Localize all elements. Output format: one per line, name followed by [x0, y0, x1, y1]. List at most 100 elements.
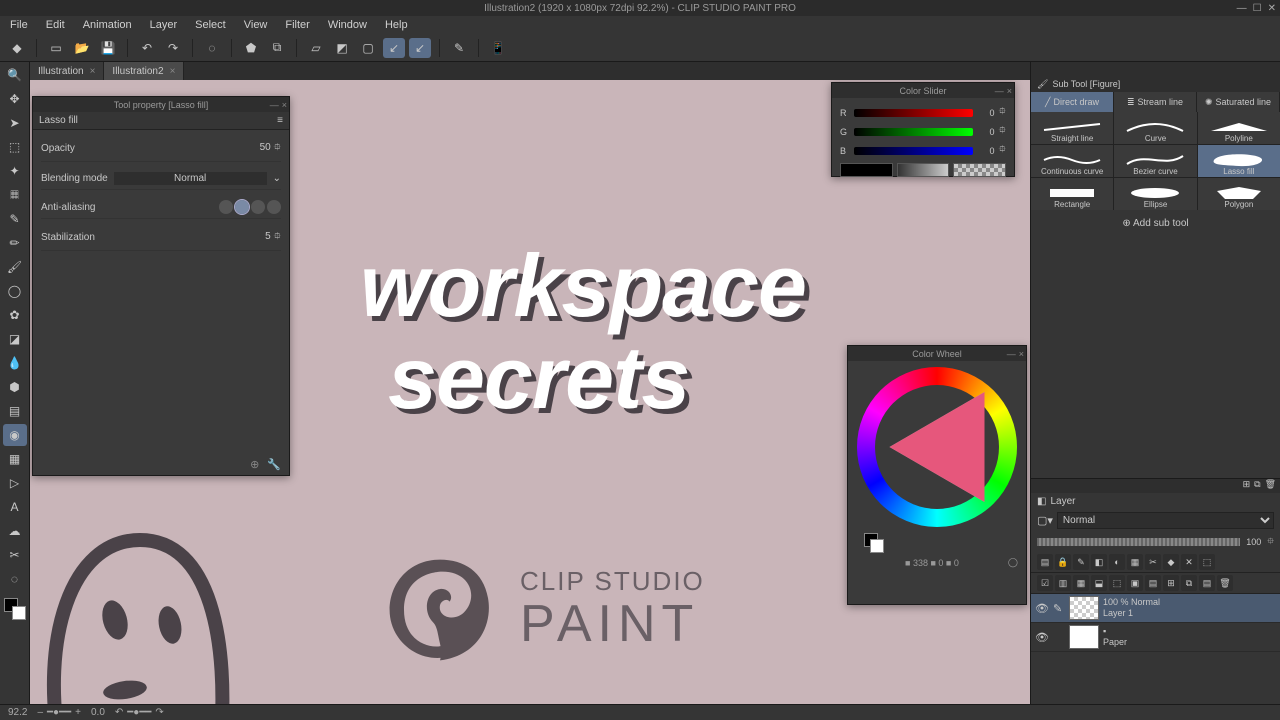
tool-wand[interactable]: ✦ — [3, 160, 27, 182]
save-icon[interactable]: 💾 — [97, 38, 119, 58]
color-wheel[interactable] — [857, 367, 1017, 527]
layer-name[interactable]: Layer 1 — [1103, 608, 1160, 619]
lbtn[interactable]: 🔒 — [1055, 554, 1071, 570]
lbtn[interactable]: ▤ — [1145, 575, 1161, 591]
st-straight[interactable]: Straight line — [1031, 112, 1113, 144]
trash-icon[interactable]: 🗑 — [1265, 479, 1276, 493]
panel-close-icon[interactable]: × — [1019, 349, 1024, 359]
subtool-tab-direct[interactable]: ╱Direct draw — [1031, 92, 1114, 112]
b-value[interactable]: 0 — [977, 146, 995, 156]
snap-ruler-icon[interactable]: ↙ — [383, 38, 405, 58]
canvas[interactable]: workspace secrets CLIP STUDIO PAINT — [30, 80, 1030, 720]
tool-balloon[interactable]: ☁ — [3, 520, 27, 542]
g-value[interactable]: 0 — [977, 127, 995, 137]
layer-thumb[interactable] — [1069, 596, 1099, 620]
tool-text[interactable]: A — [3, 496, 27, 518]
tool-dot[interactable]: ◌ — [3, 568, 27, 590]
menu-file[interactable]: File — [2, 17, 36, 33]
menu-select[interactable]: Select — [187, 17, 234, 33]
snap-special-icon[interactable]: ↙ — [409, 38, 431, 58]
zoom-value[interactable]: 92.2 — [8, 707, 27, 718]
menu-filter[interactable]: Filter — [277, 17, 317, 33]
wrench-icon[interactable]: 🔧 — [267, 458, 281, 471]
st-polyline[interactable]: Polyline — [1198, 112, 1280, 144]
menu-window[interactable]: Window — [320, 17, 375, 33]
lbtn[interactable]: ▣ — [1127, 575, 1143, 591]
zoom-out-icon[interactable]: – — [37, 707, 43, 718]
panel-close-icon[interactable]: × — [282, 100, 287, 110]
new-icon[interactable]: ▭ — [45, 38, 67, 58]
tool-pencil[interactable]: ✏ — [3, 232, 27, 254]
layer-blend-select[interactable]: Normal — [1057, 512, 1274, 529]
zoom-in-icon[interactable]: + — [75, 707, 81, 718]
lbtn[interactable]: ✕ — [1181, 554, 1197, 570]
layer-thumb[interactable] — [1069, 625, 1099, 649]
visibility-icon[interactable]: 👁 — [1035, 602, 1049, 615]
panel-minimize-icon[interactable]: — — [270, 100, 279, 110]
layer-opacity-value[interactable]: 100 — [1246, 537, 1261, 547]
layer-opacity-slider[interactable] — [1037, 538, 1240, 546]
menu-animation[interactable]: Animation — [75, 17, 140, 33]
layer-item-1[interactable]: 👁 ✎ 100 % Normal Layer 1 — [1031, 594, 1280, 623]
tool-eyedropper[interactable]: 𝄜 — [3, 184, 27, 206]
st-bezier[interactable]: Bezier curve — [1114, 145, 1196, 177]
shape3-icon[interactable]: ▢ — [357, 38, 379, 58]
lbtn[interactable]: ◆ — [1163, 554, 1179, 570]
color-swatch[interactable] — [4, 598, 26, 620]
lbtn[interactable]: ✎ — [1073, 554, 1089, 570]
lbtn[interactable]: ▤ — [1037, 554, 1053, 570]
tool-zoom[interactable]: 🔍 — [3, 64, 27, 86]
st-rectangle[interactable]: Rectangle — [1031, 178, 1113, 210]
panel-title[interactable]: Color Slider —× — [832, 83, 1014, 98]
register-icon[interactable]: ⊕ — [250, 458, 259, 471]
b-slider[interactable] — [854, 147, 973, 155]
pen-icon[interactable]: ✎ — [448, 38, 470, 58]
panel-title[interactable]: Color Wheel —× — [848, 346, 1026, 361]
tool-move[interactable]: ✥ — [3, 88, 27, 110]
menu-help[interactable]: Help — [377, 17, 416, 33]
menu-icon[interactable]: ≡ — [277, 115, 283, 126]
tab-close-icon[interactable]: × — [90, 66, 96, 77]
r-slider[interactable] — [854, 109, 973, 117]
crop-icon[interactable]: ⧉ — [266, 38, 288, 58]
tool-operation[interactable]: ➤ — [3, 112, 27, 134]
shape2-icon[interactable]: ◩ — [331, 38, 353, 58]
color-slider-panel[interactable]: Color Slider —× R0⯐ G0⯐ B0⯐ — [831, 82, 1015, 177]
st-cont-curve[interactable]: Continuous curve — [1031, 145, 1113, 177]
st-curve[interactable]: Curve — [1114, 112, 1196, 144]
g-slider[interactable] — [854, 128, 973, 136]
lbtn[interactable]: ◐ — [1109, 554, 1125, 570]
tool-correct[interactable]: ✂ — [3, 544, 27, 566]
lbtn[interactable]: ▤ — [1199, 575, 1215, 591]
menu-edit[interactable]: Edit — [38, 17, 73, 33]
open-icon[interactable]: 📂 — [71, 38, 93, 58]
lbtn[interactable]: ▦ — [1073, 575, 1089, 591]
rotate-right-icon[interactable]: ↷ — [155, 707, 163, 718]
menu-layer[interactable]: Layer — [142, 17, 186, 33]
stab-value[interactable]: 5 — [265, 231, 271, 242]
rotate-left-icon[interactable]: ↶ — [115, 707, 123, 718]
panel-minimize-icon[interactable]: — — [995, 86, 1004, 96]
opacity-value[interactable]: 50 — [260, 142, 271, 153]
clear-icon[interactable]: ◌ — [201, 38, 223, 58]
tool-property-panel[interactable]: Tool property [Lasso fill] —× Lasso fill… — [32, 96, 290, 476]
lbtn[interactable]: ☑ — [1037, 575, 1053, 591]
blend-mode-select[interactable]: Normal — [114, 172, 267, 185]
panel-close-icon[interactable]: × — [1007, 86, 1012, 96]
tool-marquee[interactable]: ⬚ — [3, 136, 27, 158]
tool-fill[interactable]: ⬢ — [3, 376, 27, 398]
tool-eraser[interactable]: ◪ — [3, 328, 27, 350]
layer-item-paper[interactable]: 👁 ▪ Paper — [1031, 623, 1280, 652]
redo-icon[interactable]: ↷ — [162, 38, 184, 58]
lbtn[interactable]: ⬓ — [1091, 575, 1107, 591]
tab-illustration[interactable]: Illustration × — [30, 62, 104, 80]
lbtn[interactable]: ⧉ — [1181, 575, 1197, 591]
background-swatch[interactable] — [12, 606, 26, 620]
chevron-down-icon[interactable]: ⌄ — [273, 173, 281, 184]
tool-frame[interactable]: ▦ — [3, 448, 27, 470]
maximize-icon[interactable]: ☐ — [1253, 3, 1262, 14]
zoom-slider[interactable]: ━●━━ — [47, 707, 71, 718]
layer-name[interactable]: Paper — [1103, 637, 1127, 648]
fill-icon[interactable]: ⬟ — [240, 38, 262, 58]
add-subtool-button[interactable]: ⊕ Add sub tool — [1031, 210, 1280, 237]
